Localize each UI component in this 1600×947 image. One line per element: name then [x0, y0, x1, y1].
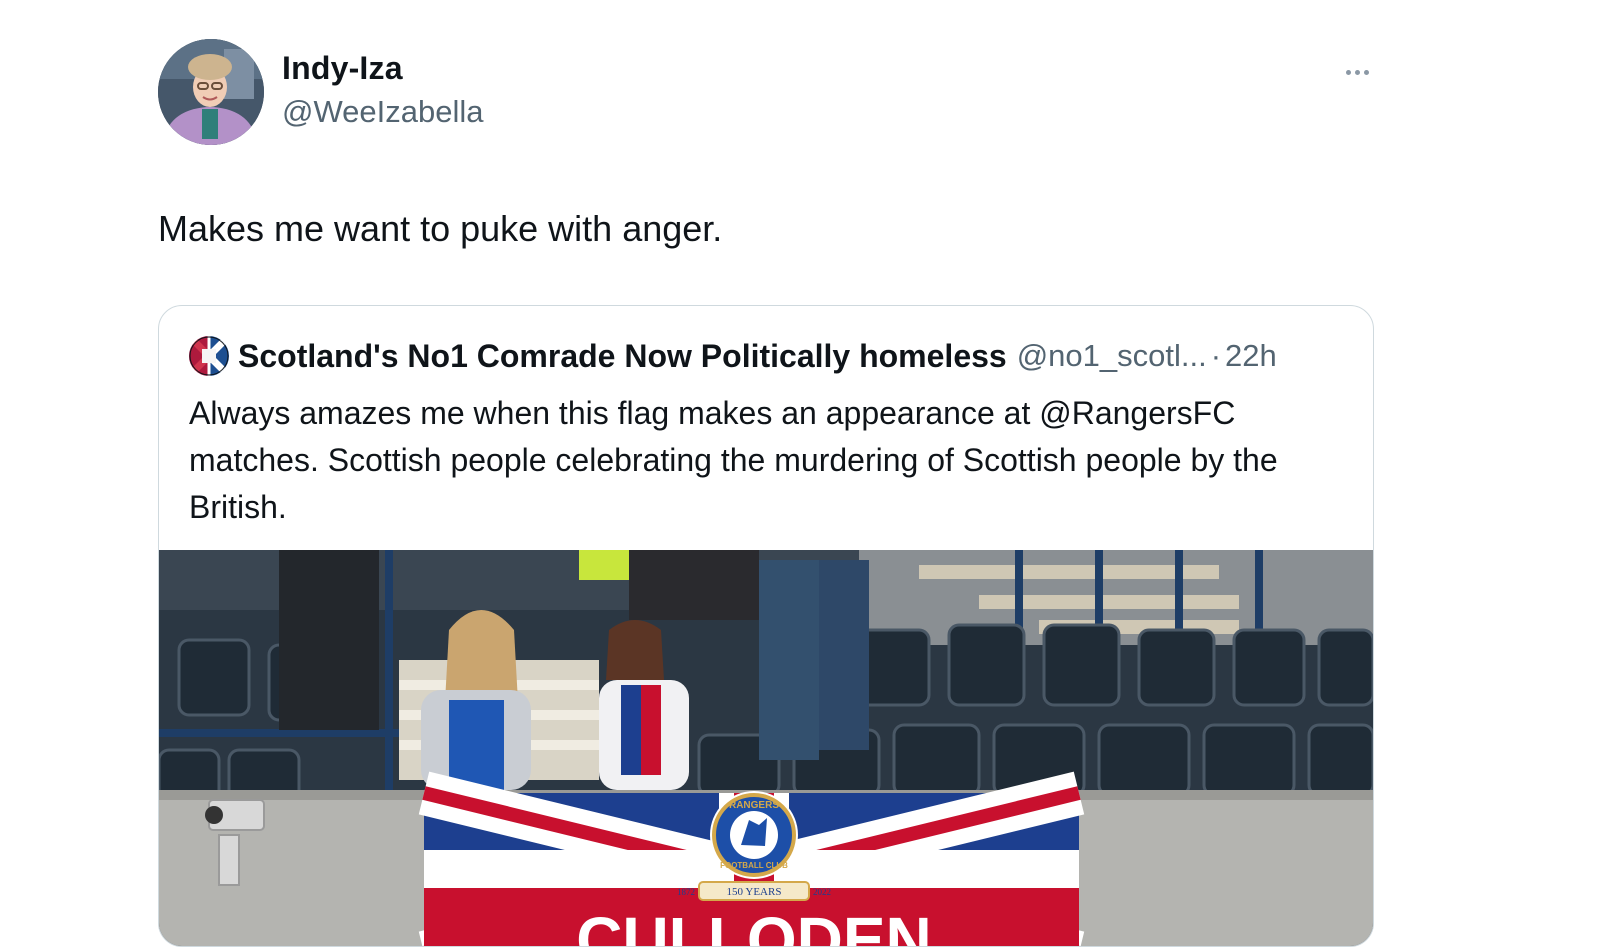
- crest-ribbon-text: 150 YEARS: [727, 886, 782, 898]
- stadium-photo: 150 YEARS 1872 2022 RANGERS FOOTBALL CLU…: [159, 550, 1373, 946]
- quoted-tweet-card[interactable]: Scotland's No1 Comrade Now Politically h…: [158, 305, 1374, 947]
- avatar-image: [158, 39, 264, 145]
- quoted-tweet-header: Scotland's No1 Comrade Now Politically h…: [189, 336, 1277, 376]
- quoted-tweet-photo[interactable]: 150 YEARS 1872 2022 RANGERS FOOTBALL CLU…: [159, 550, 1373, 946]
- author-avatar[interactable]: [158, 39, 264, 145]
- quoted-avatar-image: [189, 336, 229, 376]
- separator-dot: ·: [1210, 338, 1222, 373]
- crest-year-right: 2022: [813, 887, 831, 897]
- more-dot: [1354, 69, 1360, 75]
- quoted-handle[interactable]: @no1_scotl...: [1017, 338, 1207, 374]
- more-dot: [1363, 69, 1369, 75]
- crest-top-text: RANGERS: [729, 800, 779, 811]
- crest-bottom-text: FOOTBALL CLUB: [720, 861, 788, 870]
- quoted-author-avatar[interactable]: [189, 336, 229, 376]
- more-dot: [1345, 69, 1351, 75]
- quoted-display-name[interactable]: Scotland's No1 Comrade Now Politically h…: [238, 338, 1007, 375]
- author-display-name[interactable]: Indy-Iza: [282, 50, 403, 87]
- tweet-text: Makes me want to puke with anger.: [158, 208, 723, 249]
- quoted-timestamp[interactable]: 22h: [1225, 338, 1277, 374]
- more-options-icon[interactable]: [1340, 58, 1374, 86]
- quoted-tweet-text: Always amazes me when this flag makes an…: [189, 395, 1278, 525]
- crest-year-left: 1872: [677, 887, 695, 897]
- author-handle[interactable]: @WeeIzabella: [282, 94, 484, 130]
- banner-text: CULLODEN: [576, 904, 932, 946]
